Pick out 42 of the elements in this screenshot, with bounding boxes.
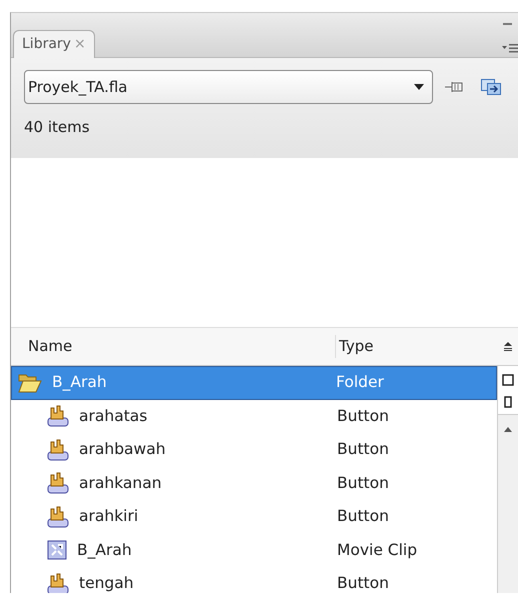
sort-icon[interactable] bbox=[504, 342, 512, 351]
new-symbol-icon[interactable] bbox=[502, 374, 514, 386]
open-folder-icon bbox=[18, 372, 42, 393]
library-row[interactable]: arahatas Button bbox=[11, 400, 497, 433]
panel-menu-icon[interactable] bbox=[502, 43, 518, 53]
minimize-icon[interactable] bbox=[503, 23, 512, 26]
item-type: Button bbox=[337, 506, 390, 528]
item-type: Movie Clip bbox=[337, 540, 418, 561]
item-type: Button bbox=[337, 472, 390, 494]
pin-icon[interactable] bbox=[445, 79, 465, 95]
library-row[interactable]: arahkiri Button bbox=[11, 500, 497, 534]
library-row[interactable]: arahbawah Button bbox=[11, 433, 497, 466]
item-name: tengah bbox=[79, 573, 134, 593]
library-row[interactable]: B_Arah Movie Clip bbox=[11, 534, 497, 567]
item-name: B_Arah bbox=[52, 372, 107, 394]
button-symbol-icon bbox=[47, 506, 69, 528]
item-name: arahkanan bbox=[79, 472, 162, 494]
button-symbol-icon bbox=[47, 438, 69, 461]
item-type: Button bbox=[337, 406, 390, 427]
library-row[interactable]: tengah Button bbox=[11, 567, 497, 593]
item-type: Button bbox=[337, 573, 390, 593]
item-name: arahkiri bbox=[79, 506, 138, 528]
scroll-up-icon[interactable] bbox=[504, 427, 512, 432]
item-type: Button bbox=[337, 439, 390, 460]
item-name: arahbawah bbox=[79, 439, 166, 460]
caret-icon bbox=[414, 84, 424, 90]
button-symbol-icon bbox=[47, 405, 69, 428]
button-symbol-icon bbox=[47, 472, 69, 494]
document-dropdown[interactable]: Proyek_TA.fla bbox=[24, 70, 433, 104]
panel-tab[interactable]: Library × bbox=[13, 30, 95, 58]
item-type: Folder bbox=[336, 372, 385, 394]
item-count: 40 items bbox=[24, 117, 91, 138]
library-row[interactable]: B_Arah Folder bbox=[11, 366, 497, 400]
properties-icon[interactable] bbox=[504, 396, 512, 408]
button-symbol-icon bbox=[47, 572, 69, 593]
movie-clip-icon bbox=[47, 540, 67, 560]
column-header[interactable]: Type bbox=[336, 335, 504, 358]
new-window-icon[interactable] bbox=[481, 79, 501, 95]
column-header[interactable]: Name bbox=[11, 335, 336, 358]
item-name: B_Arah bbox=[77, 540, 132, 561]
library-row[interactable]: arahkanan Button bbox=[11, 466, 497, 500]
item-name: arahatas bbox=[79, 406, 148, 427]
